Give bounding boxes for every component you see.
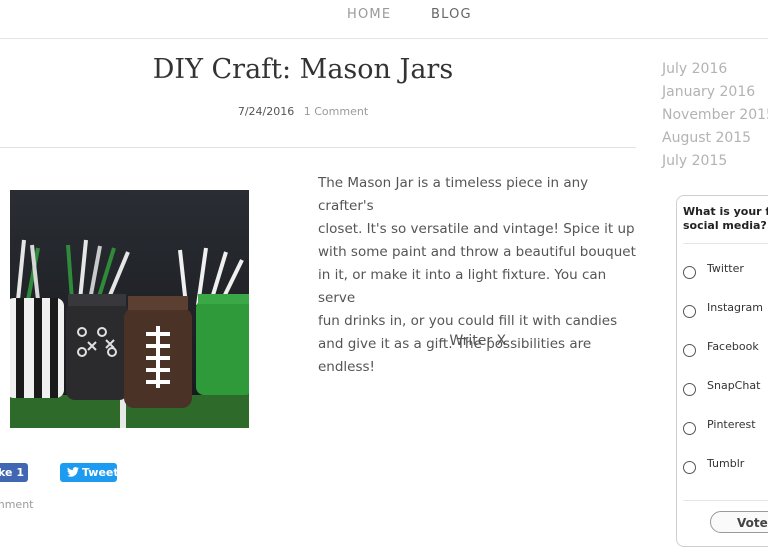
archive-list: July 2016 January 2016 November 2015 Aug…: [662, 58, 768, 173]
post-meta: 7/24/2016 1 Comment: [0, 105, 606, 118]
archive-link-november-2015[interactable]: November 2015: [662, 104, 768, 127]
body-line: The Mason Jar is a timeless piece in any…: [318, 175, 589, 214]
top-nav: HOME BLOG: [0, 0, 768, 39]
archive-link-january-2016[interactable]: January 2016: [662, 81, 768, 104]
post-divider: [0, 147, 636, 148]
poll-divider: [683, 243, 768, 244]
option-label: Pinterest: [707, 418, 756, 431]
vote-button[interactable]: Vote: [710, 511, 768, 533]
archive-link-august-2015[interactable]: August 2015: [662, 127, 768, 150]
comments-link[interactable]: 1 Comment: [304, 105, 368, 118]
comment-link[interactable]: mment: [0, 498, 33, 511]
radio-button[interactable]: [683, 266, 696, 279]
poll-question: What is your fav social media?: [683, 205, 768, 232]
radio-button[interactable]: [683, 344, 696, 357]
radio-button[interactable]: [683, 461, 696, 474]
twitter-bird-icon: [67, 467, 79, 477]
option-label: Tumblr: [707, 457, 745, 470]
radio-button[interactable]: [683, 383, 696, 396]
facebook-like-button[interactable]: ike 1: [0, 463, 28, 482]
option-label: Facebook: [707, 340, 759, 353]
body-line: closet. It's so versatile and vintage! S…: [318, 221, 635, 237]
mason-jar-image[interactable]: [10, 190, 249, 428]
archive-link-july-2016[interactable]: July 2016: [662, 58, 768, 81]
option-label: Twitter: [707, 262, 744, 275]
post-date: 7/24/2016: [237, 105, 295, 118]
option-label: SnapChat: [707, 379, 761, 392]
tweet-button[interactable]: Tweet: [60, 463, 119, 482]
poll-divider: [683, 500, 768, 501]
post-signature: - Writer X: [439, 333, 507, 349]
social-media-poll: What is your fav social media? Twitter I…: [676, 195, 768, 547]
post-title[interactable]: DIY Craft: Mason Jars: [0, 54, 606, 85]
body-line: in it, or make it into a light fixture. …: [318, 267, 607, 306]
radio-button[interactable]: [683, 422, 696, 435]
nav-blog-link[interactable]: BLOG: [431, 7, 472, 22]
archive-link-july-2015[interactable]: July 2015: [662, 150, 768, 173]
option-label: Instagram: [707, 301, 763, 314]
body-line: with some paint and throw a beautiful bo…: [318, 244, 636, 260]
radio-button[interactable]: [683, 305, 696, 318]
tweet-label: Tweet: [82, 466, 119, 479]
body-line: fun drinks in, or you could fill it with…: [318, 313, 618, 329]
nav-home-link[interactable]: HOME: [347, 7, 391, 22]
